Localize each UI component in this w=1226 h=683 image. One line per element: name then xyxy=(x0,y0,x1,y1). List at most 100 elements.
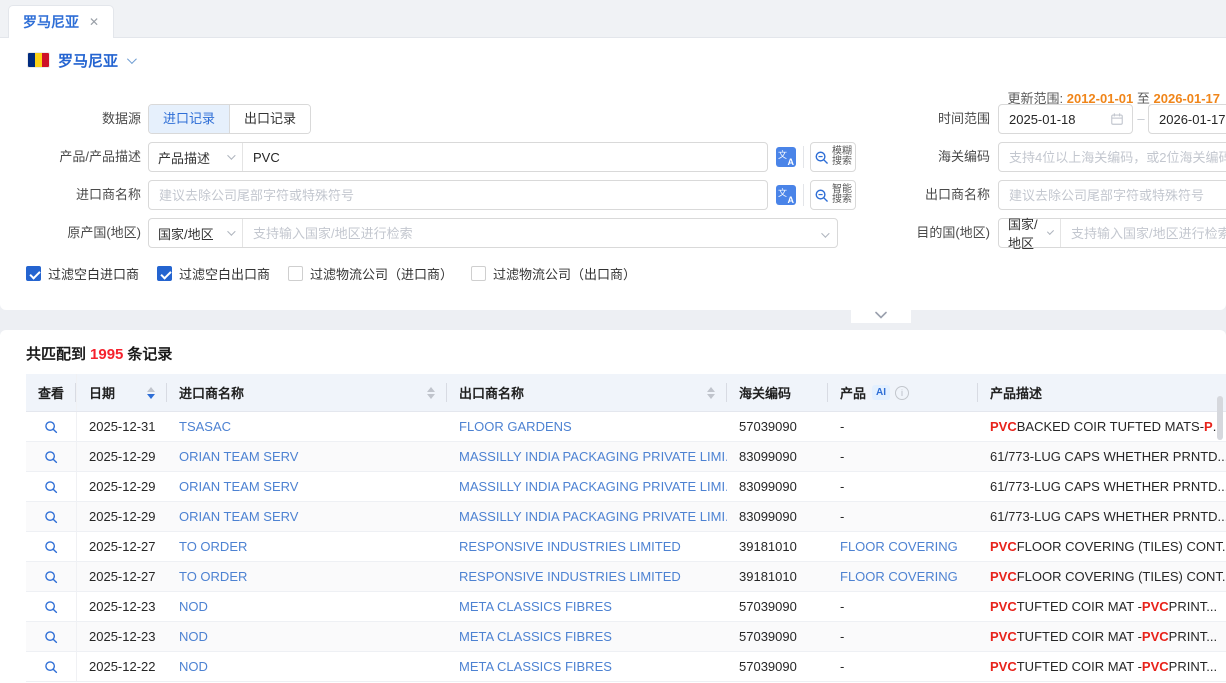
checkbox-filter-logistics-importer[interactable]: 过滤物流公司（进口商） xyxy=(288,264,453,283)
exporter-cell: MASSILLY INDIA PACKAGING PRIVATE LIMI... xyxy=(447,502,727,531)
origin-country-label: 原产国(地区) xyxy=(0,218,141,248)
product-link[interactable]: FLOOR COVERING xyxy=(840,539,958,554)
product-type-value: 产品描述 xyxy=(158,148,210,167)
importer-cell: TSASAC xyxy=(167,412,447,441)
date-cell: 2025-12-29 xyxy=(77,502,167,531)
product-search-input[interactable] xyxy=(243,143,767,171)
exporter-link[interactable]: META CLASSICS FIBRES xyxy=(459,599,612,614)
origin-country-input[interactable] xyxy=(243,219,821,247)
exporter-cell: MASSILLY INDIA PACKAGING PRIVATE LIMI... xyxy=(447,442,727,471)
translate-icon[interactable]: 文A xyxy=(776,185,796,205)
product-type-select[interactable]: 产品描述 xyxy=(149,143,243,171)
importer-link[interactable]: ORIAN TEAM SERV xyxy=(179,479,298,494)
checkbox-label: 过滤物流公司（出口商） xyxy=(493,264,636,283)
product-cell: FLOOR COVERING xyxy=(828,562,978,591)
view-record-button[interactable] xyxy=(26,532,77,561)
exporter-link[interactable]: RESPONSIVE INDUSTRIES LIMITED xyxy=(459,569,681,584)
importer-link[interactable]: NOD xyxy=(179,599,208,614)
exporter-link[interactable]: FLOOR GARDENS xyxy=(459,419,572,434)
view-record-button[interactable] xyxy=(26,412,77,441)
checkbox-filter-blank-importer[interactable]: 过滤空白进口商 xyxy=(26,264,139,283)
exporter-cell: META CLASSICS FIBRES xyxy=(447,592,727,621)
importer-link[interactable]: ORIAN TEAM SERV xyxy=(179,449,298,464)
product-value: - xyxy=(840,629,844,644)
exporter-link[interactable]: MASSILLY INDIA PACKAGING PRIVATE LIMI... xyxy=(459,479,727,494)
view-record-icon[interactable] xyxy=(44,480,58,494)
header-exporter[interactable]: 出口商名称 xyxy=(447,374,727,411)
product-cell: - xyxy=(828,652,978,681)
table-row: 2025-12-27TO ORDERRESPONSIVE INDUSTRIES … xyxy=(26,562,1226,592)
table-row: 2025-12-29ORIAN TEAM SERVMASSILLY INDIA … xyxy=(26,442,1226,472)
product-cell: - xyxy=(828,412,978,441)
header-importer[interactable]: 进口商名称 xyxy=(167,374,447,411)
country-selector[interactable]: 罗马尼亚 xyxy=(28,50,134,70)
header-date[interactable]: 日期 xyxy=(77,374,167,411)
chevron-down-icon xyxy=(875,311,887,319)
date-cell: 2025-12-27 xyxy=(77,532,167,561)
importer-name-input[interactable] xyxy=(148,180,768,210)
product-link[interactable]: FLOOR COVERING xyxy=(840,569,958,584)
importer-link[interactable]: TO ORDER xyxy=(179,539,247,554)
view-record-icon[interactable] xyxy=(44,660,58,674)
view-record-button[interactable] xyxy=(26,652,77,681)
sort-importer-control[interactable] xyxy=(419,387,435,399)
view-record-icon[interactable] xyxy=(44,420,58,434)
exporter-link[interactable]: RESPONSIVE INDUSTRIES LIMITED xyxy=(459,539,681,554)
view-record-icon[interactable] xyxy=(44,450,58,464)
sort-exporter-control[interactable] xyxy=(699,387,715,399)
romania-flag-icon xyxy=(28,53,49,67)
tab-romania[interactable]: 罗马尼亚 ✕ xyxy=(8,5,114,38)
exporter-link[interactable]: META CLASSICS FIBRES xyxy=(459,629,612,644)
product-value: - xyxy=(840,509,844,524)
view-record-button[interactable] xyxy=(26,562,77,591)
view-record-icon[interactable] xyxy=(44,600,58,614)
table-row: 2025-12-22NODMETA CLASSICS FIBRES5703909… xyxy=(26,652,1226,682)
origin-type-select[interactable]: 国家/地区 xyxy=(149,219,243,247)
export-records-tab[interactable]: 出口记录 xyxy=(229,105,310,133)
description-cell: PVC FLOOR COVERING (TILES) CONT... xyxy=(978,532,1226,561)
checkbox-filter-blank-exporter[interactable]: 过滤空白出口商 xyxy=(157,264,270,283)
hs-code-cell: 83099090 xyxy=(727,472,828,501)
view-record-button[interactable] xyxy=(26,472,77,501)
header-description: 产品描述 xyxy=(978,374,1226,411)
close-icon[interactable]: ✕ xyxy=(89,16,99,28)
exporter-link[interactable]: MASSILLY INDIA PACKAGING PRIVATE LIMI... xyxy=(459,509,727,524)
exporter-link[interactable]: MASSILLY INDIA PACKAGING PRIVATE LIMI... xyxy=(459,449,727,464)
hs-code-input[interactable] xyxy=(998,142,1226,172)
importer-link[interactable]: ORIAN TEAM SERV xyxy=(179,509,298,524)
vertical-scrollbar[interactable] xyxy=(1217,396,1223,440)
destination-country-input[interactable] xyxy=(1061,219,1226,247)
chevron-down-icon xyxy=(821,226,837,241)
importer-link[interactable]: NOD xyxy=(179,629,208,644)
importer-link[interactable]: TSASAC xyxy=(179,419,231,434)
exporter-cell: FLOOR GARDENS xyxy=(447,412,727,441)
importer-link[interactable]: NOD xyxy=(179,659,208,674)
view-record-button[interactable] xyxy=(26,442,77,471)
import-records-tab[interactable]: 进口记录 xyxy=(149,105,229,133)
importer-cell: NOD xyxy=(167,622,447,651)
destination-type-value: 国家/地区 xyxy=(1008,214,1047,252)
view-record-icon[interactable] xyxy=(44,510,58,524)
time-range-end-input[interactable]: 2026-01-17 xyxy=(1148,104,1226,134)
results-summary: 共匹配到1995条记录 xyxy=(26,343,172,364)
collapse-panel-toggle[interactable] xyxy=(851,310,911,323)
table-body: 2025-12-31TSASACFLOOR GARDENS57039090-PV… xyxy=(26,412,1226,682)
view-record-icon[interactable] xyxy=(44,630,58,644)
time-range-start-input[interactable]: 2025-01-18 xyxy=(998,104,1133,134)
info-icon[interactable]: i xyxy=(895,386,909,400)
product-cell: - xyxy=(828,592,978,621)
view-record-icon[interactable] xyxy=(44,570,58,584)
exporter-name-input[interactable] xyxy=(998,180,1226,210)
view-record-button[interactable] xyxy=(26,622,77,651)
view-record-button[interactable] xyxy=(26,592,77,621)
view-record-button[interactable] xyxy=(26,502,77,531)
checkbox-filter-logistics-exporter[interactable]: 过滤物流公司（出口商） xyxy=(471,264,636,283)
importer-cell: ORIAN TEAM SERV xyxy=(167,442,447,471)
view-record-icon[interactable] xyxy=(44,540,58,554)
translate-icon[interactable]: 文A xyxy=(776,147,796,167)
destination-type-select[interactable]: 国家/地区 xyxy=(999,219,1061,247)
product-cell: - xyxy=(828,442,978,471)
sort-date-control[interactable] xyxy=(139,387,155,399)
importer-link[interactable]: TO ORDER xyxy=(179,569,247,584)
exporter-link[interactable]: META CLASSICS FIBRES xyxy=(459,659,612,674)
